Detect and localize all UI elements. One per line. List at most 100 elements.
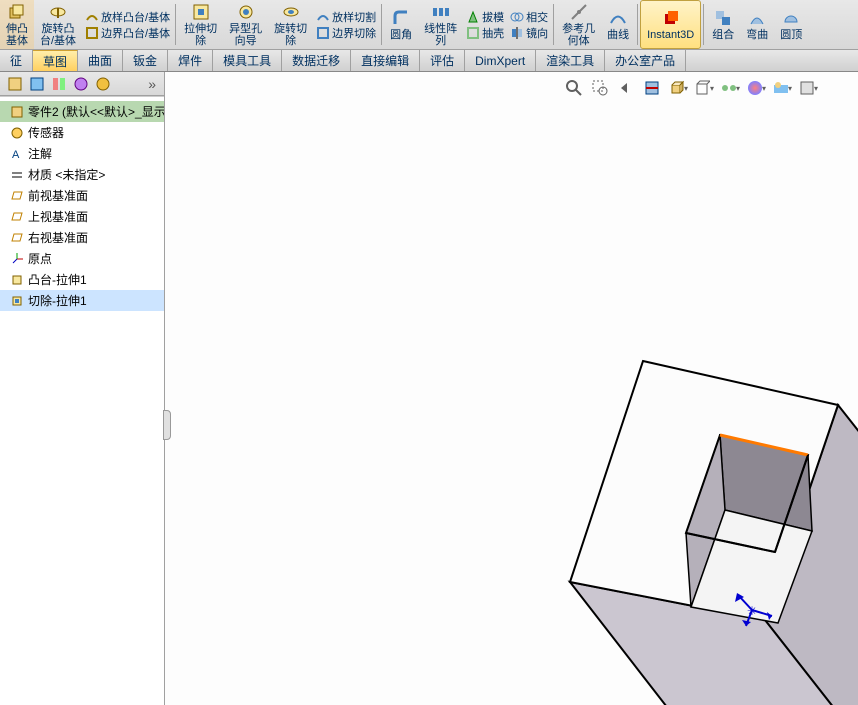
- revolve-cut-button[interactable]: 旋转切除: [268, 0, 313, 49]
- extrude-cut-icon: [191, 2, 211, 22]
- label: 相交: [526, 9, 548, 25]
- boundary-boss-button[interactable]: 边界凸台/基体: [85, 25, 170, 41]
- instant3d-icon: [661, 8, 681, 28]
- tree-boss-extrude1[interactable]: 凸台-拉伸1: [0, 269, 164, 290]
- apply-scene-button[interactable]: ▾: [772, 78, 792, 98]
- shell-button[interactable]: 抽壳: [466, 25, 504, 41]
- tree-cut-extrude1[interactable]: 切除-拉伸1: [0, 290, 164, 311]
- view-settings-button[interactable]: ▾: [798, 78, 818, 98]
- extrude-cut-button[interactable]: 拉伸切除: [178, 0, 223, 49]
- command-toolbar: 伸凸基体 旋转凸台/基体 放样凸台/基体 边界凸台/基体 拉伸切除 异型孔向导 …: [0, 0, 858, 50]
- display-style-icon: [694, 79, 710, 97]
- tree-top-plane[interactable]: 上视基准面: [0, 206, 164, 227]
- tree-front-plane[interactable]: 前视基准面: [0, 185, 164, 206]
- label: 圆角: [390, 29, 412, 41]
- fillet-button[interactable]: 圆角: [384, 0, 418, 49]
- tab-dimxpert[interactable]: DimXpert: [465, 50, 536, 71]
- dome-icon: [781, 8, 801, 28]
- plane-icon: [10, 231, 24, 245]
- loft-boss-button[interactable]: 放样凸台/基体: [85, 9, 170, 25]
- tree-annotations[interactable]: A注解: [0, 143, 164, 164]
- panel-resize-handle[interactable]: [163, 410, 171, 440]
- config-manager-tab[interactable]: [50, 75, 68, 93]
- feature-manager-panel: » 零件2 (默认<<默认>_显示状态 传感器 A注解 材质 <未指定> 前视基…: [0, 72, 165, 705]
- view-orientation-button[interactable]: ▾: [668, 78, 688, 98]
- label: 放样切割: [332, 9, 376, 25]
- intersect-button[interactable]: 相交: [510, 9, 548, 25]
- tab-direct-edit[interactable]: 直接编辑: [351, 50, 420, 71]
- boundary-cut-icon: [316, 26, 330, 40]
- label: 弯曲: [746, 29, 768, 41]
- display-style-button[interactable]: ▾: [694, 78, 714, 98]
- command-manager-tabs: 征 草图 曲面 钣金 焊件 模具工具 数据迁移 直接编辑 评估 DimXpert…: [0, 50, 858, 72]
- label: 参考几何体: [562, 23, 595, 47]
- tree-right-plane[interactable]: 右视基准面: [0, 227, 164, 248]
- tab-mold-tools[interactable]: 模具工具: [213, 50, 282, 71]
- property-manager-tab[interactable]: [28, 75, 46, 93]
- tab-render-tools[interactable]: 渲染工具: [536, 50, 605, 71]
- extrude-boss-button[interactable]: 伸凸基体: [0, 0, 34, 49]
- feature-tree: 零件2 (默认<<默认>_显示状态 传感器 A注解 材质 <未指定> 前视基准面…: [0, 96, 164, 705]
- zoom-area-icon: [591, 79, 609, 97]
- label: 拔模: [482, 9, 504, 25]
- zoom-fit-button[interactable]: [564, 78, 584, 98]
- display-manager-tab[interactable]: [94, 75, 112, 93]
- tab-data-migration[interactable]: 数据迁移: [282, 50, 351, 71]
- graphics-viewport[interactable]: ▾ ▾ ▾ ▾ ▾ ▾: [165, 72, 858, 705]
- draft-button[interactable]: 拔模: [466, 9, 504, 25]
- revolve-boss-button[interactable]: 旋转凸台/基体: [34, 0, 82, 49]
- dimxpert-manager-tab[interactable]: [72, 75, 90, 93]
- tab-surfaces[interactable]: 曲面: [78, 50, 123, 71]
- boundary-cut-button[interactable]: 边界切除: [316, 25, 376, 41]
- tab-features[interactable]: 征: [0, 50, 33, 71]
- hide-show-button[interactable]: ▾: [720, 78, 740, 98]
- flex-button[interactable]: 弯曲: [740, 0, 774, 49]
- edit-appearance-button[interactable]: ▾: [746, 78, 766, 98]
- ref-geom-button[interactable]: 参考几何体: [556, 0, 601, 49]
- dome-button[interactable]: 圆顶: [774, 0, 808, 49]
- tree-root[interactable]: 零件2 (默认<<默认>_显示状态: [0, 101, 164, 122]
- section-view-button[interactable]: [642, 78, 662, 98]
- combine-button[interactable]: 组合: [706, 0, 740, 49]
- tab-office-products[interactable]: 办公室产品: [605, 50, 686, 71]
- origin-icon: [10, 252, 24, 266]
- tree-root-label: 零件2 (默认<<默认>_显示状态: [28, 103, 164, 120]
- mirror-button[interactable]: 镜向: [510, 25, 548, 41]
- section-view-icon: [643, 79, 661, 97]
- tab-evaluate[interactable]: 评估: [420, 50, 465, 71]
- tab-weldments[interactable]: 焊件: [168, 50, 213, 71]
- label: 边界切除: [332, 25, 376, 41]
- loft-cut-button[interactable]: 放样切割: [316, 9, 376, 25]
- tree-sensors[interactable]: 传感器: [0, 122, 164, 143]
- dimxpert-icon: [73, 76, 89, 92]
- svg-text:✳: ✳: [747, 604, 757, 618]
- curves-button[interactable]: 曲线: [601, 0, 635, 49]
- label: 注解: [28, 145, 52, 162]
- mirror-icon: [510, 26, 524, 40]
- draft-shell-stack: 拔模 抽壳: [463, 0, 507, 49]
- hole-wizard-button[interactable]: 异型孔向导: [223, 0, 268, 49]
- hole-icon: [236, 2, 256, 22]
- previous-view-button[interactable]: [616, 78, 636, 98]
- zoom-area-button[interactable]: [590, 78, 610, 98]
- label: 边界凸台/基体: [101, 25, 170, 41]
- zoom-fit-icon: [565, 79, 583, 97]
- heads-up-view-toolbar: ▾ ▾ ▾ ▾ ▾ ▾: [564, 78, 818, 98]
- tab-sheetmetal[interactable]: 钣金: [123, 50, 168, 71]
- linear-pattern-button[interactable]: 线性阵列: [418, 0, 463, 49]
- tree-material[interactable]: 材质 <未指定>: [0, 164, 164, 185]
- draft-icon: [466, 10, 480, 24]
- material-icon: [10, 168, 24, 182]
- loft-icon: [85, 10, 99, 24]
- tab-sketch[interactable]: 草图: [33, 50, 78, 71]
- tree-origin[interactable]: 原点: [0, 248, 164, 269]
- label: 凸台-拉伸1: [28, 271, 87, 288]
- ref-geom-icon: [569, 2, 589, 22]
- combine-icon: [713, 8, 733, 28]
- panel-collapse-button[interactable]: »: [144, 76, 160, 92]
- view-settings-icon: [798, 79, 814, 97]
- feature-manager-tab[interactable]: [6, 75, 24, 93]
- boundary-icon: [85, 26, 99, 40]
- instant3d-button[interactable]: Instant3D: [640, 0, 701, 49]
- shell-icon: [466, 26, 480, 40]
